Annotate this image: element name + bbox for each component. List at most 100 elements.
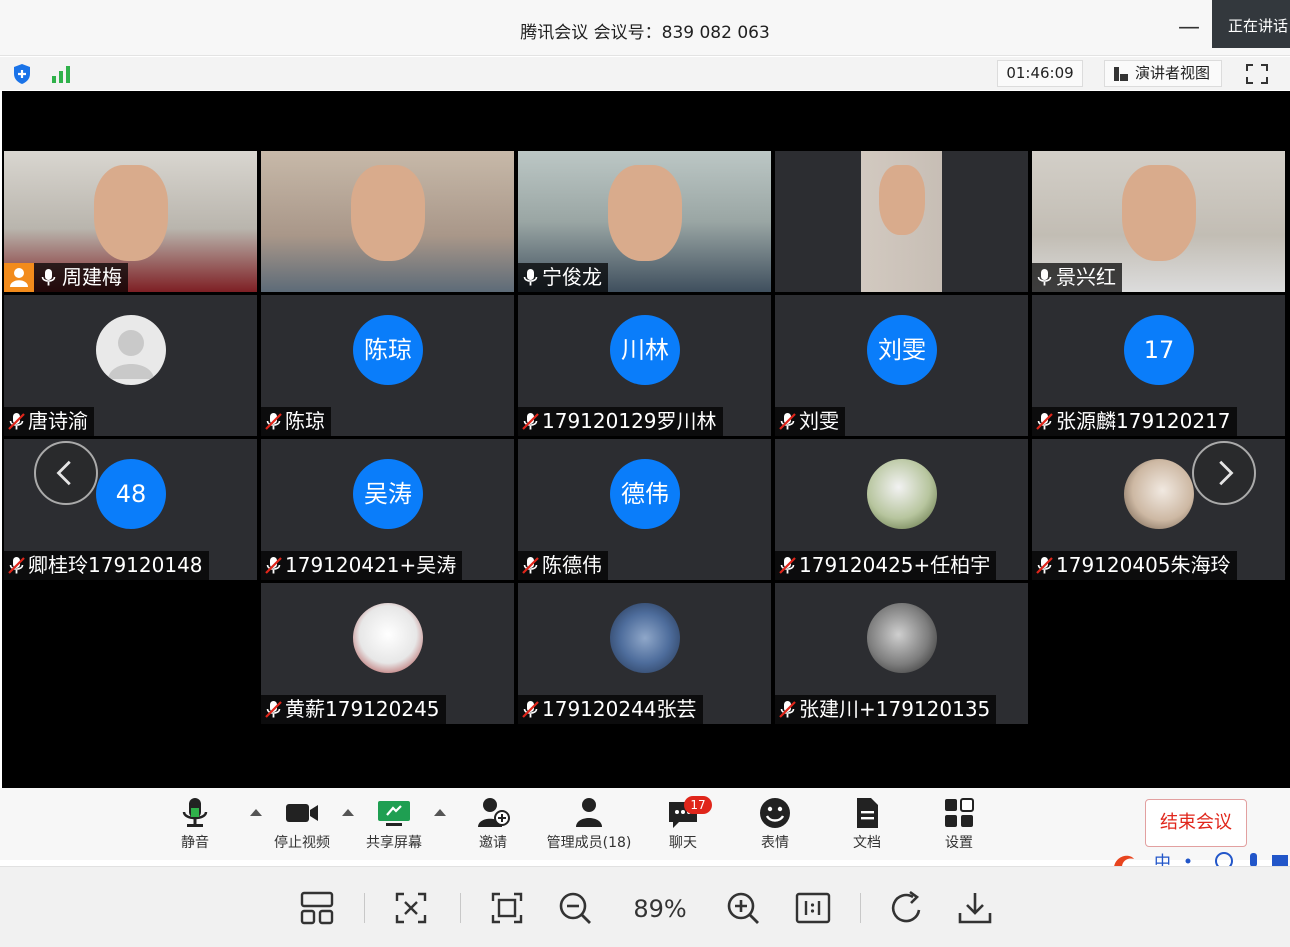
participant-tile[interactable] xyxy=(261,151,514,292)
share-screen-button[interactable]: 共享屏幕 xyxy=(360,796,428,856)
mute-button[interactable]: 静音 xyxy=(170,796,220,856)
mute-options-caret[interactable] xyxy=(250,809,262,816)
mic-muted-icon xyxy=(522,413,539,430)
download-icon[interactable] xyxy=(956,889,994,927)
participant-video xyxy=(775,151,1028,292)
zoom-out-icon[interactable] xyxy=(556,889,594,927)
participant-name: 179120425+任柏宇 xyxy=(799,553,991,577)
zoom-in-icon[interactable] xyxy=(724,889,762,927)
mic-icon xyxy=(523,269,538,286)
document-icon xyxy=(857,798,878,828)
participant-tile[interactable]: 张建川+179120135 xyxy=(775,583,1028,724)
participant-photo-avatar xyxy=(867,459,937,529)
settings-button[interactable]: 设置 xyxy=(934,796,984,856)
minimize-button[interactable]: — xyxy=(1178,16,1200,40)
reactions-button[interactable]: 表情 xyxy=(750,796,800,856)
members-icon xyxy=(576,798,602,827)
chat-label: 聊天 xyxy=(669,835,697,851)
mic-icon xyxy=(1037,269,1052,286)
layout-icon[interactable] xyxy=(298,889,336,927)
participant-tile[interactable]: 景兴红 xyxy=(1032,151,1285,292)
mic-muted-icon xyxy=(8,557,25,574)
participant-tile[interactable] xyxy=(775,151,1028,292)
settings-grid-icon xyxy=(945,798,974,827)
participant-avatar: 17 xyxy=(1124,315,1194,385)
documents-label: 文档 xyxy=(853,835,881,851)
input-method-toolbar[interactable]: 中 xyxy=(1112,847,1290,867)
participant-tile[interactable]: 宁俊龙 xyxy=(518,151,771,292)
meeting-timer: 01:46:09 xyxy=(997,60,1083,87)
participant-tile[interactable]: 陈琼 陈琼 xyxy=(261,295,514,436)
invite-label: 邀请 xyxy=(479,835,507,851)
zoom-level: 89% xyxy=(633,895,687,923)
share-options-caret[interactable] xyxy=(434,809,446,816)
participant-tile[interactable]: 17 张源麟179120217 xyxy=(1032,295,1285,436)
participant-name: 179120421+吴涛 xyxy=(285,553,457,577)
share-screen-label: 共享屏幕 xyxy=(366,835,422,851)
settings-label: 设置 xyxy=(945,835,973,851)
participant-tile[interactable]: 德伟 陈德伟 xyxy=(518,439,771,580)
participant-name: 陈琼 xyxy=(285,409,325,433)
mic-muted-icon xyxy=(779,413,796,430)
image-viewer-toolbar: 89% xyxy=(0,866,1290,947)
microphone-icon xyxy=(182,798,208,827)
participant-tile[interactable]: 刘雯 刘雯 xyxy=(775,295,1028,436)
participant-photo-avatar xyxy=(1124,459,1194,529)
manage-members-button[interactable]: 管理成员(18) xyxy=(544,796,634,856)
participant-name-tag: 陈德伟 xyxy=(518,551,608,580)
participant-name: 张建川+179120135 xyxy=(799,697,991,721)
documents-button[interactable]: 文档 xyxy=(842,796,892,856)
participant-tile[interactable]: 唐诗渝 xyxy=(4,295,257,436)
participant-name: 宁俊龙 xyxy=(542,265,602,289)
participant-name: 唐诗渝 xyxy=(28,409,88,433)
rotate-icon[interactable] xyxy=(888,889,926,927)
participant-name-tag: 景兴红 xyxy=(1032,263,1122,292)
participant-name-tag: 卿桂玲179120148 xyxy=(4,551,209,580)
participant-photo-avatar xyxy=(353,603,423,673)
participant-name-tag: 179120421+吴涛 xyxy=(261,551,463,580)
mic-icon xyxy=(41,269,56,286)
fullscreen-icon[interactable] xyxy=(1238,60,1276,87)
mic-muted-icon xyxy=(1036,557,1053,574)
participant-tile[interactable]: 川林 179120129罗川林 xyxy=(518,295,771,436)
mic-muted-icon xyxy=(265,413,282,430)
viewer-separator xyxy=(364,893,365,923)
participant-tile[interactable]: 周建梅 xyxy=(4,151,257,292)
host-icon xyxy=(4,263,34,292)
stop-video-button[interactable]: 停止视频 xyxy=(268,796,336,856)
participant-tile[interactable]: 179120244张芸 xyxy=(518,583,771,724)
participant-avatar: 48 xyxy=(96,459,166,529)
speaker-view-button[interactable]: 演讲者视图 xyxy=(1104,60,1222,87)
fit-window-icon[interactable] xyxy=(392,889,430,927)
previous-page-arrow-icon[interactable] xyxy=(34,441,98,505)
meeting-toolbar: 静音 停止视频 共享屏幕 邀请 管理成员(18) 聊天 17 表情 文档 设置 xyxy=(0,788,1290,860)
participant-avatar: 陈琼 xyxy=(353,315,423,385)
smiley-icon xyxy=(760,798,790,828)
speaking-indicator: 正在讲话 xyxy=(1212,0,1290,48)
chat-unread-badge: 17 xyxy=(684,796,712,814)
actual-size-icon[interactable] xyxy=(794,889,832,927)
participant-name-tag: 陈琼 xyxy=(261,407,331,436)
crop-icon[interactable] xyxy=(488,889,526,927)
signal-icon[interactable] xyxy=(50,65,72,83)
shield-icon[interactable] xyxy=(12,63,32,85)
participant-name-tag: 179120244张芸 xyxy=(518,695,703,724)
invite-button[interactable]: 邀请 xyxy=(468,796,518,856)
participant-name: 179120405朱海玲 xyxy=(1056,553,1231,577)
participant-name-tag: 唐诗渝 xyxy=(4,407,94,436)
participant-tile[interactable]: 179120425+任柏宇 xyxy=(775,439,1028,580)
participant-avatar: 吴涛 xyxy=(353,459,423,529)
participant-tile[interactable]: 黄薪179120245 xyxy=(261,583,514,724)
next-page-arrow-icon[interactable] xyxy=(1192,441,1256,505)
participant-name-tag: 179120405朱海玲 xyxy=(1032,551,1237,580)
end-meeting-button[interactable]: 结束会议 xyxy=(1145,799,1247,847)
participant-name: 179120244张芸 xyxy=(542,697,697,721)
participant-tile[interactable]: 吴涛 179120421+吴涛 xyxy=(261,439,514,580)
share-screen-icon xyxy=(378,801,410,826)
reactions-label: 表情 xyxy=(761,835,789,851)
participant-name-tag: 179120129罗川林 xyxy=(518,407,723,436)
participant-face xyxy=(1121,165,1196,261)
invite-icon xyxy=(478,798,510,827)
participant-video xyxy=(261,151,514,292)
video-options-caret[interactable] xyxy=(342,809,354,816)
